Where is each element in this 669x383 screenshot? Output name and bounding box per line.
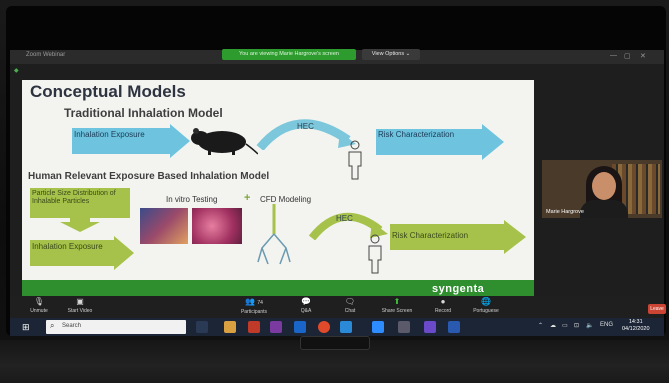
risk-characterization-label: Risk Characterization bbox=[378, 130, 455, 139]
rat-icon bbox=[191, 128, 258, 155]
network-icon[interactable]: ⊡ bbox=[574, 322, 579, 329]
record-icon: ● bbox=[440, 297, 446, 306]
inhalation-exposure-label: Inhalation Exposure bbox=[74, 130, 145, 139]
search-placeholder: Search bbox=[62, 323, 82, 329]
shared-slide: Conceptual Models Traditional Inhalation… bbox=[22, 80, 534, 280]
unmute-button[interactable]: 🎙 Unmute bbox=[24, 296, 54, 314]
teams-icon[interactable] bbox=[424, 321, 436, 333]
participants-count: 74 bbox=[257, 300, 263, 306]
edge-icon[interactable] bbox=[340, 321, 352, 333]
qa-label: Q&A bbox=[300, 308, 312, 314]
chat-label: Chat bbox=[344, 308, 356, 314]
taskbar-search-box[interactable]: ⌕ Search bbox=[46, 320, 186, 334]
language-label: Portuguese bbox=[473, 308, 499, 314]
qa-button[interactable]: 💬 Q&A bbox=[294, 296, 318, 314]
unmute-label: Unmute bbox=[30, 308, 48, 314]
laptop-hinge bbox=[300, 336, 370, 350]
clock-time: 14:31 bbox=[628, 319, 643, 325]
hec-label: HEC bbox=[297, 122, 314, 131]
minimize-icon[interactable]: — bbox=[610, 52, 617, 59]
windows-start-icon[interactable]: ⊞ bbox=[22, 322, 30, 333]
shield-icon[interactable]: ◆ bbox=[14, 67, 26, 75]
start-video-label: Start Video bbox=[67, 308, 93, 314]
particle-size-label: Particle Size Distribution of Inhalable … bbox=[32, 190, 116, 205]
in-vitro-label: In vitro Testing bbox=[166, 195, 218, 204]
human-figure-icon bbox=[348, 140, 362, 180]
qa-icon: 💬 bbox=[301, 297, 311, 306]
chat-icon: 🗨 bbox=[344, 297, 356, 306]
start-video-button[interactable]: ▣ Start Video bbox=[62, 296, 98, 314]
lung-model-icon bbox=[257, 204, 291, 265]
participant-name: Marie Hargrove bbox=[546, 209, 584, 215]
volume-icon[interactable]: 🔈 bbox=[586, 322, 593, 329]
record-label: Record bbox=[434, 308, 452, 314]
powerpoint-icon[interactable] bbox=[248, 321, 260, 333]
tray-arrow-icon[interactable]: ⌃ bbox=[538, 322, 543, 329]
leave-button[interactable]: Leave bbox=[648, 304, 666, 314]
outlook-icon[interactable] bbox=[294, 321, 306, 333]
microphone-icon: 🎙 bbox=[33, 297, 45, 306]
windows-taskbar: ⊞ ⌕ Search ⌃ ☁ ▭ ⊡ 🔈 ENG 14:31 04/12/202… bbox=[10, 318, 664, 336]
clock-date: 04/12/2020 bbox=[622, 326, 650, 332]
airway-diagram-image bbox=[140, 208, 188, 244]
participants-button[interactable]: 👥 74 Participants bbox=[234, 296, 274, 315]
participants-label: Participants bbox=[240, 309, 268, 315]
close-icon[interactable]: ✕ bbox=[640, 52, 646, 60]
slide-title: Conceptual Models bbox=[30, 82, 186, 101]
zoom-icon[interactable] bbox=[372, 321, 384, 333]
plus-icon: + bbox=[244, 192, 251, 204]
participant-body bbox=[580, 200, 628, 218]
tissue-image bbox=[192, 208, 242, 244]
view-options-button[interactable]: View Options ⌄ bbox=[362, 49, 420, 60]
maximize-icon[interactable]: ▢ bbox=[624, 52, 631, 60]
snip-tool-icon[interactable] bbox=[398, 321, 410, 333]
slide-subtitle-traditional: Traditional Inhalation Model bbox=[64, 106, 223, 120]
human-figure-icon-2 bbox=[368, 234, 382, 274]
language-button[interactable]: 🌐 Portuguese bbox=[468, 296, 504, 314]
syngenta-logo: syngenta bbox=[432, 283, 485, 295]
video-camera-icon: ▣ bbox=[76, 297, 84, 306]
cloud-icon[interactable]: ☁ bbox=[550, 322, 556, 329]
chrome-icon[interactable] bbox=[318, 321, 330, 333]
risk-characterization-label-2: Risk Characterization bbox=[392, 231, 469, 240]
globe-icon: 🌐 bbox=[481, 297, 491, 306]
search-icon: ⌕ bbox=[50, 321, 55, 330]
slide-subtitle-human: Human Relevant Exposure Based Inhalation… bbox=[28, 171, 270, 182]
meeting-toolbar: 🎙 Unmute ▣ Start Video 👥 74 Participants… bbox=[10, 296, 664, 318]
share-screen-label: Share Screen bbox=[381, 308, 413, 314]
inhalation-exposure-label-2: Inhalation Exposure bbox=[32, 242, 103, 251]
participant-video[interactable]: Marie Hargrove bbox=[542, 160, 662, 218]
sharing-banner: You are viewing Marie Hargrove's screen bbox=[222, 49, 356, 60]
onenote-icon[interactable] bbox=[270, 321, 282, 333]
taskbar-clock[interactable]: 14:31 04/12/2020 bbox=[622, 319, 650, 333]
file-explorer-icon[interactable] bbox=[224, 321, 236, 333]
participants-icon: 👥 74 bbox=[245, 297, 263, 306]
language-indicator[interactable]: ENG bbox=[600, 322, 613, 328]
share-screen-button[interactable]: ⬆ Share Screen bbox=[376, 296, 418, 314]
chat-button[interactable]: 🗨 Chat bbox=[338, 296, 362, 314]
cfd-label: CFD Modeling bbox=[260, 195, 312, 204]
record-button[interactable]: ● Record bbox=[430, 296, 456, 314]
participant-face bbox=[592, 172, 616, 200]
battery-icon[interactable]: ▭ bbox=[562, 322, 568, 329]
word-icon[interactable] bbox=[448, 321, 460, 333]
window-title: Zoom Webinar bbox=[26, 52, 66, 58]
hec-label-2: HEC bbox=[336, 214, 353, 223]
task-view-icon[interactable] bbox=[196, 321, 208, 333]
share-screen-icon: ⬆ bbox=[393, 297, 401, 306]
